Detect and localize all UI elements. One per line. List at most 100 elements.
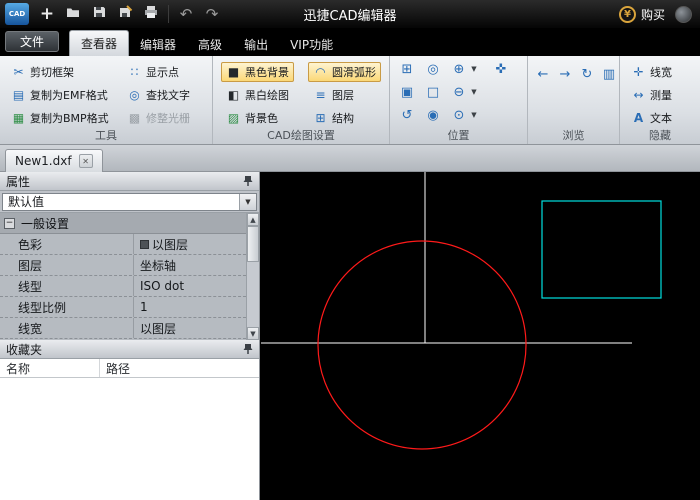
- bw-drawing-button[interactable]: ◧ 黑白绘图: [221, 85, 294, 105]
- undo-button[interactable]: ↶: [173, 2, 199, 26]
- zoom-in-caret-icon[interactable]: ▼: [469, 63, 479, 75]
- favorites-name-column[interactable]: 名称: [0, 359, 100, 377]
- zoom-out-caret-icon[interactable]: ▼: [469, 86, 479, 98]
- trim-raster-icon: ▩: [128, 111, 141, 125]
- copy-emf-button[interactable]: ▤ 复制为EMF格式: [6, 85, 113, 105]
- support-icon[interactable]: [675, 5, 692, 23]
- copy-emf-label: 复制为EMF格式: [30, 89, 108, 102]
- property-row-color[interactable]: 色彩 以图层: [0, 234, 246, 255]
- pan-button[interactable]: ✜: [490, 59, 512, 79]
- zoom-center-caret-icon[interactable]: ▼: [469, 109, 479, 121]
- line-width-button[interactable]: ✛ 线宽: [626, 62, 677, 82]
- property-value[interactable]: 以图层: [133, 234, 246, 254]
- favorites-title: 收藏夹: [6, 342, 43, 357]
- cut-frame-button[interactable]: ✂ 剪切框架: [6, 62, 79, 82]
- favorites-list[interactable]: [0, 378, 259, 500]
- print-button[interactable]: [138, 2, 164, 26]
- layers-button[interactable]: ≡ 图层: [308, 85, 359, 105]
- rotate-view-button[interactable]: ↺: [396, 105, 418, 125]
- property-value[interactable]: 以图层: [133, 318, 246, 338]
- collapse-icon[interactable]: −: [4, 217, 15, 229]
- zoom-dynamic-button[interactable]: ◎: [422, 59, 444, 79]
- copy-bmp-button[interactable]: ▦ 复制为BMP格式: [6, 108, 114, 128]
- text-button[interactable]: A 文本: [626, 108, 677, 128]
- structure-button[interactable]: ⊞ 结构: [308, 108, 359, 128]
- black-background-button[interactable]: ■ 黑色背景: [221, 62, 294, 82]
- property-value-text: 坐标轴: [140, 258, 177, 273]
- property-name: 色彩: [18, 237, 43, 252]
- scroll-down-icon[interactable]: ▼: [247, 327, 259, 340]
- tab-advanced[interactable]: 高级: [187, 32, 233, 56]
- trim-raster-button[interactable]: ▩ 修整光栅: [122, 108, 195, 128]
- tab-file[interactable]: 文件: [5, 31, 60, 52]
- folder-icon: [65, 4, 81, 24]
- pin-icon[interactable]: [243, 343, 253, 355]
- preset-value: 默认值: [8, 195, 45, 209]
- preset-combobox[interactable]: 默认值 ▼: [2, 192, 257, 211]
- measure-button[interactable]: ↔ 测量: [626, 85, 677, 105]
- close-tab-icon[interactable]: ✕: [78, 154, 93, 168]
- forward-button[interactable]: →: [554, 64, 576, 84]
- zoom-target-button[interactable]: ◉: [422, 105, 444, 125]
- zoom-rect-button[interactable]: ▣: [396, 82, 418, 102]
- tab-editor[interactable]: 编辑器: [129, 32, 187, 56]
- text-label: 文本: [650, 112, 672, 125]
- property-row-lineweight[interactable]: 线宽 以图层: [0, 318, 246, 339]
- measure-label: 测量: [650, 89, 672, 102]
- tab-output[interactable]: 输出: [233, 32, 279, 56]
- zoom-out-button[interactable]: ⊖: [448, 82, 470, 102]
- tools-group-label: 工具: [95, 129, 117, 142]
- property-group-general[interactable]: − 一般设置: [0, 213, 246, 234]
- zoom-in-button[interactable]: ⊕: [448, 59, 470, 79]
- ribbon-group-hide: ✛ 线宽 ↔ 测量 A 文本 隐藏: [620, 56, 700, 144]
- zoom-center-button[interactable]: ⊙: [448, 105, 470, 125]
- line-width-icon: ✛: [633, 65, 644, 79]
- favorites-path-column[interactable]: 路径: [100, 359, 259, 377]
- zoom-window-button[interactable]: ⊞: [396, 59, 418, 79]
- copy-emf-icon: ▤: [12, 88, 25, 102]
- property-value[interactable]: 坐标轴: [133, 255, 246, 275]
- property-name: 图层: [18, 258, 43, 273]
- cad-settings-group-label: CAD绘图设置: [267, 129, 335, 142]
- open-file-button[interactable]: [60, 2, 86, 26]
- property-row-layer[interactable]: 图层 坐标轴: [0, 255, 246, 276]
- property-value[interactable]: 1: [133, 297, 246, 317]
- property-name: 线宽: [18, 321, 43, 336]
- layout-button[interactable]: ↻: [576, 64, 598, 84]
- save-as-button[interactable]: [112, 2, 138, 26]
- new-file-button[interactable]: +: [34, 2, 60, 26]
- toolbar-separator: [168, 5, 169, 23]
- property-scrollbar[interactable]: ▲ ▼: [246, 213, 259, 340]
- pin-icon[interactable]: [243, 175, 253, 187]
- tab-vip[interactable]: VIP功能: [279, 32, 344, 56]
- document-tab[interactable]: New1.dxf ✕: [5, 149, 103, 172]
- property-value-text: 1: [140, 300, 148, 314]
- property-value[interactable]: ISO dot: [133, 276, 246, 296]
- smooth-arc-button[interactable]: ◠ 圆滑弧形: [308, 62, 381, 82]
- floppy-icon: [91, 4, 107, 24]
- app-logo: CAD: [5, 3, 29, 25]
- properties-title: 属性: [6, 174, 31, 189]
- properties-panel-header: 属性: [0, 172, 259, 191]
- structure-icon: ⊞: [315, 111, 326, 125]
- scroll-thumb[interactable]: [247, 226, 259, 262]
- scroll-up-icon[interactable]: ▲: [247, 213, 259, 226]
- model-button[interactable]: ▥: [598, 64, 620, 84]
- background-color-button[interactable]: ▨ 背景色: [221, 108, 283, 128]
- back-button[interactable]: ←: [532, 64, 554, 84]
- drawing-canvas[interactable]: [261, 172, 700, 500]
- canvas-svg: [261, 172, 700, 500]
- redo-button[interactable]: ↷: [199, 2, 225, 26]
- combo-caret-icon[interactable]: ▼: [239, 193, 256, 210]
- preset-combo-row: 默认值 ▼: [0, 191, 259, 213]
- property-row-linetype[interactable]: 线型 ISO dot: [0, 276, 246, 297]
- buy-label: 购买: [640, 7, 665, 22]
- zoom-extents-button[interactable]: □: [422, 82, 444, 102]
- tab-viewer[interactable]: 查看器: [69, 30, 130, 56]
- find-text-button[interactable]: ◎ 查找文字: [122, 85, 195, 105]
- buy-button[interactable]: ¥ 购买: [618, 5, 665, 23]
- save-button[interactable]: [86, 2, 112, 26]
- titlebar: CAD + ↶ ↷ 迅捷CAD编辑器 ¥ 购买: [0, 0, 700, 28]
- show-points-button[interactable]: ∷ 显示点: [122, 62, 184, 82]
- property-row-linetype-scale[interactable]: 线型比例 1: [0, 297, 246, 318]
